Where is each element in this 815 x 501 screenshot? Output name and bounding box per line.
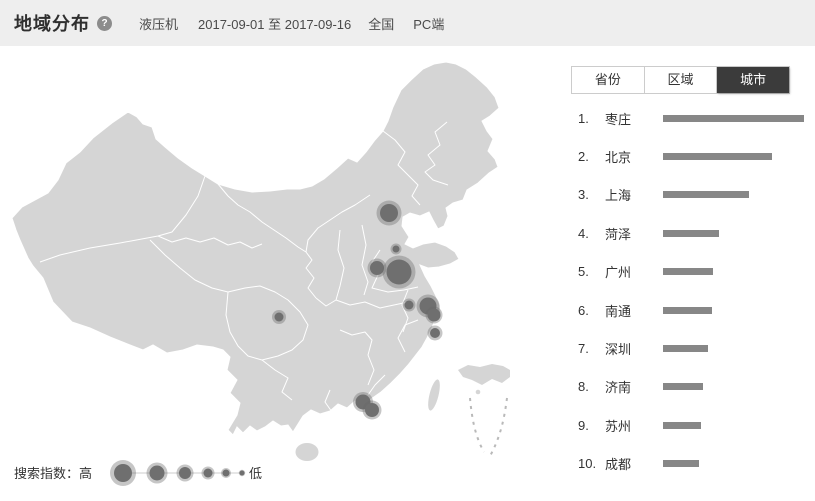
rank-row[interactable]: 9.苏州: [578, 406, 810, 444]
rank-number: 9.: [578, 418, 605, 433]
rank-number: 10.: [578, 456, 605, 471]
rank-bar: [663, 115, 804, 122]
city-name: 成都: [605, 454, 663, 473]
map-bubble[interactable]: [275, 313, 284, 322]
date-range-label: 2017-09-01 至 2017-09-16: [198, 14, 351, 33]
map-bubble[interactable]: [380, 204, 398, 222]
tab-city[interactable]: 城市: [717, 67, 789, 93]
city-name: 上海: [605, 185, 663, 204]
china-map: 搜索指数：高 低: [0, 46, 565, 501]
region-distribution-page: 地域分布 ? 液压机 2017-09-01 至 2017-09-16 全国 PC…: [0, 0, 815, 501]
rank-row[interactable]: 8.济南: [578, 368, 810, 406]
city-name: 深圳: [605, 339, 663, 358]
map-bubble[interactable]: [405, 301, 414, 310]
taiwan-island: [426, 378, 442, 411]
rank-row[interactable]: 3.上海: [578, 176, 810, 214]
china-mainland-shape: [12, 62, 499, 435]
city-name: 北京: [605, 147, 663, 166]
keyword-label: 液压机: [139, 14, 178, 33]
city-name: 枣庄: [605, 109, 663, 128]
rank-row[interactable]: 6.南通: [578, 291, 810, 329]
tab-region[interactable]: 区域: [645, 67, 718, 93]
rank-bar: [663, 191, 749, 198]
map-bubble[interactable]: [430, 328, 440, 338]
city-name: 菏泽: [605, 224, 663, 243]
rank-row[interactable]: 5.广州: [578, 253, 810, 291]
page-title: 地域分布: [14, 10, 90, 36]
rank-number: 7.: [578, 341, 605, 356]
city-name: 广州: [605, 262, 663, 281]
map-bubble[interactable]: [370, 261, 384, 275]
device-label: PC端: [413, 14, 444, 33]
rank-bar: [663, 383, 703, 390]
rank-row[interactable]: 4.菏泽: [578, 214, 810, 252]
hainan-island: [296, 443, 319, 461]
granularity-tabs: 省份 区域 城市: [571, 66, 790, 94]
tab-province[interactable]: 省份: [572, 67, 645, 93]
map-bubble[interactable]: [365, 403, 379, 417]
map-bubble[interactable]: [387, 260, 412, 285]
south-china-sea-inset: [458, 364, 510, 458]
rank-number: 5.: [578, 264, 605, 279]
rank-row[interactable]: 7.深圳: [578, 329, 810, 367]
rank-bar: [663, 268, 713, 275]
rank-number: 2.: [578, 149, 605, 164]
city-name: 南通: [605, 301, 663, 320]
rank-bar: [663, 422, 701, 429]
rank-number: 1.: [578, 111, 605, 126]
header: 地域分布 ? 液压机 2017-09-01 至 2017-09-16 全国 PC…: [0, 0, 815, 46]
rank-bar: [663, 307, 712, 314]
map-size-legend: 搜索指数：高 低: [14, 460, 262, 486]
legend-low-label: 低: [249, 466, 262, 481]
rank-number: 4.: [578, 226, 605, 241]
legend-high-label: 搜索指数：高: [14, 466, 92, 481]
rank-bar: [663, 460, 699, 467]
city-name: 苏州: [605, 416, 663, 435]
rank-number: 6.: [578, 303, 605, 318]
legend-circles: [110, 460, 245, 486]
rank-row[interactable]: 2.北京: [578, 137, 810, 175]
map-bubble[interactable]: [428, 309, 441, 322]
rank-bar: [663, 230, 719, 237]
rank-number: 3.: [578, 187, 605, 202]
rank-row[interactable]: 10.成都: [578, 445, 810, 483]
city-ranking-list: 1.枣庄 2.北京 3.上海 4.菏泽 5.广州 6.南通 7.深圳 8.济南 …: [578, 99, 810, 483]
city-name: 济南: [605, 377, 663, 396]
rank-number: 8.: [578, 379, 605, 394]
rank-bar: [663, 153, 772, 160]
rank-bar: [663, 345, 708, 352]
help-icon[interactable]: ?: [97, 16, 112, 31]
rank-row[interactable]: 1.枣庄: [578, 99, 810, 137]
map-bubble[interactable]: [393, 246, 400, 253]
scope-label: 全国: [368, 14, 394, 33]
